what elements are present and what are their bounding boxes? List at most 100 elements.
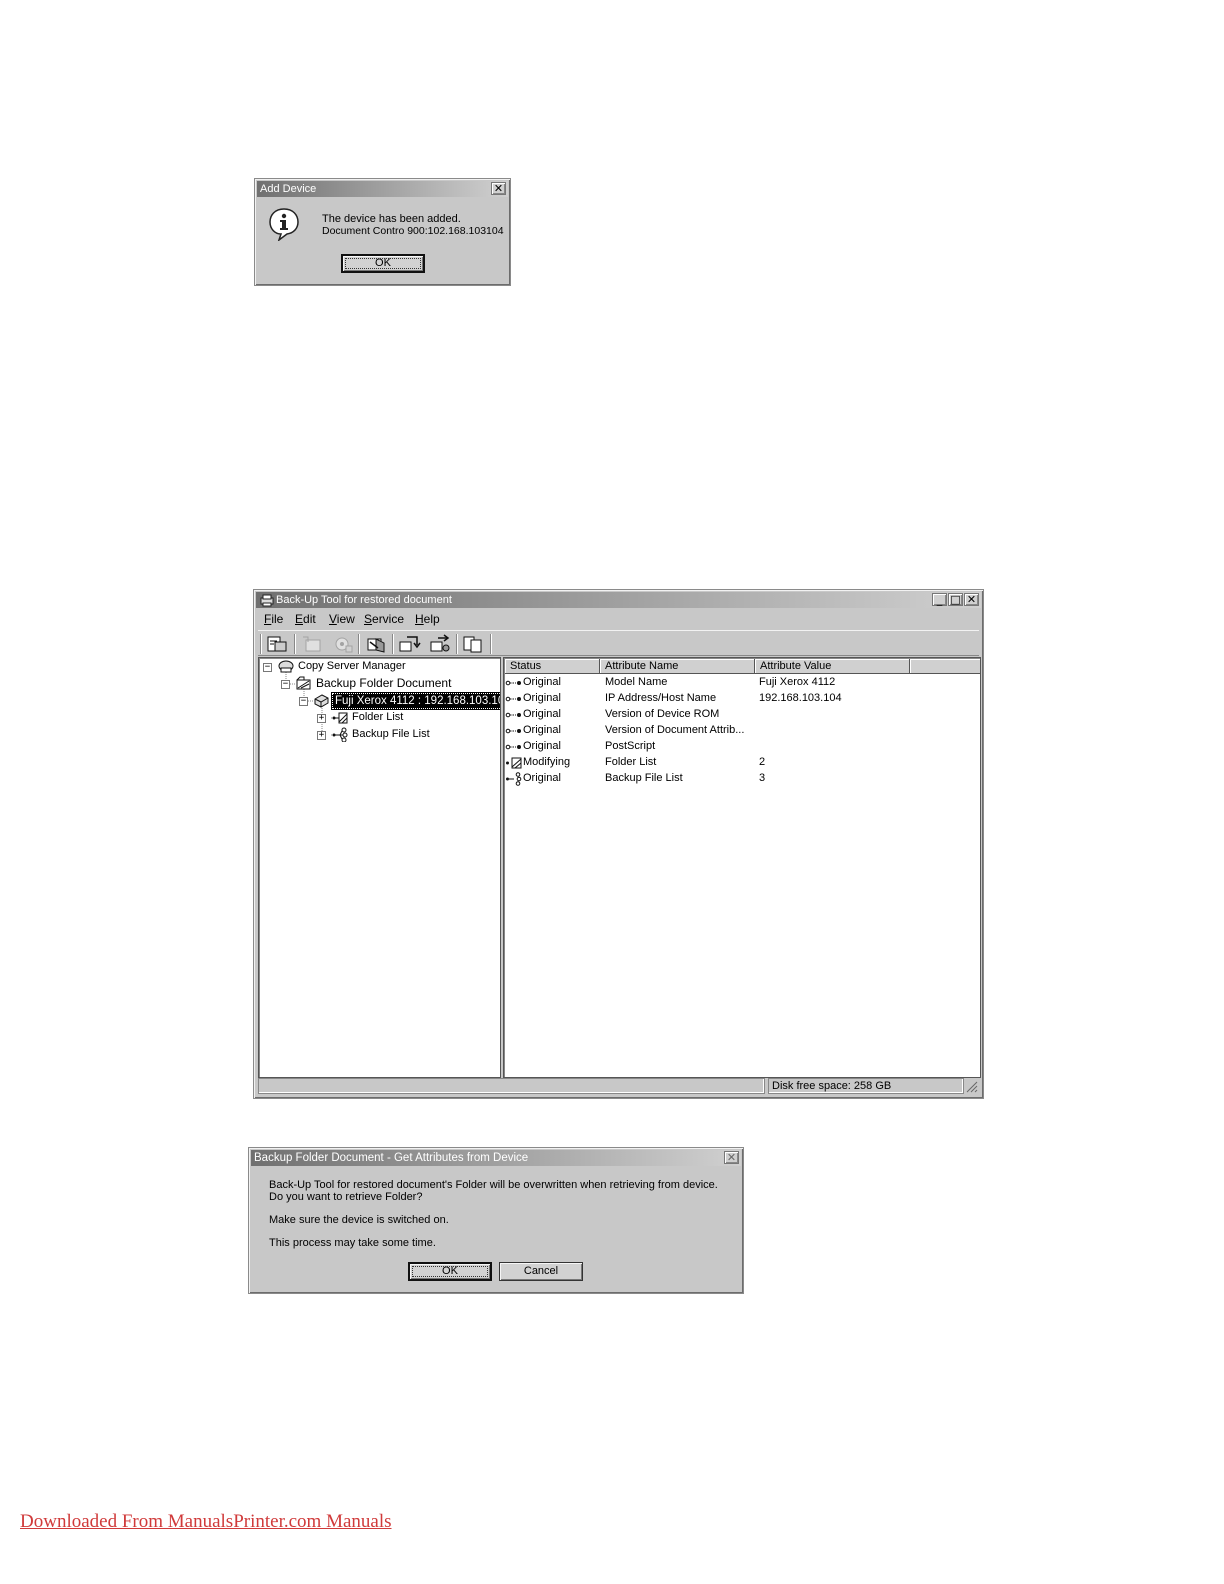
- file-list-icon: [331, 727, 348, 743]
- table-row[interactable]: Original IP Address/Host Name 192.168.10…: [504, 691, 980, 707]
- toolbar-separator: [490, 634, 492, 654]
- minimize-icon[interactable]: _: [932, 593, 947, 606]
- close-icon[interactable]: ✕: [964, 593, 979, 606]
- toolbar-separator: [260, 634, 262, 654]
- add-device-title: Add Device: [257, 181, 508, 197]
- app-icon: [260, 594, 274, 607]
- table-row[interactable]: Modifying Folder List 2: [504, 755, 980, 771]
- status-bar: Disk free space: 258 GB: [258, 1077, 979, 1095]
- column-header-attribute-name[interactable]: Attribute Name: [600, 659, 755, 674]
- tree-item-copy-server-manager[interactable]: − Copy Server Manager: [259, 659, 499, 675]
- footer-download-link[interactable]: Downloaded From ManualsPrinter.com Manua…: [20, 1511, 392, 1533]
- ok-button[interactable]: OK: [408, 1262, 492, 1281]
- close-icon[interactable]: ✕: [491, 182, 506, 195]
- folder-list-status-icon: [506, 757, 522, 769]
- row-status: Original: [523, 676, 561, 688]
- server-icon: [277, 659, 294, 674]
- table-row[interactable]: Original PostScript: [504, 739, 980, 755]
- close-icon[interactable]: ✕: [724, 1151, 739, 1164]
- tree-item-device[interactable]: − Fuji Xerox 4112 : 192.168.103.104: [259, 692, 500, 710]
- retrieve-tool-icon[interactable]: [397, 634, 421, 654]
- retrieve-message-line2: Do you want to retrieve Folder?: [269, 1191, 423, 1203]
- tree-item-backup-folder[interactable]: − Backup Folder Document: [259, 676, 499, 692]
- menu-file[interactable]: File: [264, 613, 283, 626]
- row-attribute-name: PostScript: [605, 740, 656, 752]
- tree-label: Folder List: [352, 711, 404, 723]
- backup-folder-icon: [295, 676, 312, 691]
- row-attribute-value: 192.168.103.104: [759, 692, 842, 704]
- collapse-icon[interactable]: −: [263, 663, 272, 672]
- row-status: Original: [523, 724, 561, 736]
- row-attribute-name: Model Name: [605, 676, 668, 688]
- new-folder-tool-icon: [300, 634, 324, 654]
- row-attribute-value: 3: [759, 772, 766, 784]
- tree-item-backup-file-list[interactable]: + Backup File List: [259, 727, 499, 743]
- collapse-icon[interactable]: −: [299, 697, 308, 706]
- menu-service-label: ervice: [372, 612, 405, 626]
- retrieve-message-line4: This process may take some time.: [269, 1237, 436, 1249]
- focus-rect: [412, 1266, 488, 1277]
- maximize-icon[interactable]: □: [948, 593, 963, 606]
- add-device-message-line1: The device has been added.: [322, 213, 461, 225]
- menu-help-accel: H: [415, 612, 424, 626]
- add-device-message-line2: Document Contro 900:102.168.103104: [322, 225, 504, 237]
- add-device-tool-icon[interactable]: [265, 634, 289, 654]
- menu-edit-accel: E: [295, 612, 304, 626]
- folder-list-icon: [331, 710, 348, 725]
- row-attribute-value: 2: [759, 756, 766, 768]
- row-attribute-name: IP Address/Host Name: [605, 692, 717, 704]
- send-tool-icon[interactable]: [428, 634, 452, 654]
- link-status-icon: [505, 744, 521, 750]
- column-header-status[interactable]: Status: [505, 659, 600, 674]
- menu-help[interactable]: Help: [415, 613, 440, 626]
- cancel-button-label: Cancel: [523, 1265, 559, 1277]
- toolbar: [258, 630, 979, 656]
- table-row[interactable]: Original Backup File List 3: [504, 771, 980, 787]
- column-header-attribute-value[interactable]: Attribute Value: [755, 659, 910, 674]
- resize-grip-icon[interactable]: [964, 1079, 978, 1093]
- backup-tool-window: Back-Up Tool for restored document _ □ ✕…: [253, 589, 984, 1099]
- cancel-button[interactable]: Cancel: [499, 1262, 583, 1281]
- tree-item-folder-list[interactable]: + Folder List: [259, 710, 499, 726]
- file-list-status-icon: [506, 772, 522, 786]
- retrieve-message-line1: Back-Up Tool for restored document's Fol…: [269, 1179, 718, 1191]
- menu-bar: File Edit View Service Help: [258, 611, 979, 628]
- settings-tool-icon: [331, 634, 355, 654]
- collapse-icon[interactable]: −: [281, 680, 290, 689]
- table-row[interactable]: Original Model Name Fuji Xerox 4112: [504, 675, 980, 691]
- add-device-dialog: Add Device ✕ The device has been added. …: [254, 178, 511, 286]
- menu-view[interactable]: View: [329, 613, 355, 626]
- device-icon: [313, 693, 330, 708]
- table-row[interactable]: Original Version of Device ROM: [504, 707, 980, 723]
- menu-view-label: iew: [336, 612, 355, 626]
- row-status: Original: [523, 740, 561, 752]
- disk-free-space: Disk free space: 258 GB: [768, 1078, 964, 1094]
- row-attribute-value: Fuji Xerox 4112: [759, 676, 836, 688]
- tree-label: Backup Folder Document: [316, 676, 452, 690]
- row-attribute-name: Folder List: [605, 756, 657, 768]
- menu-service[interactable]: Service: [364, 613, 404, 626]
- tree-pane[interactable]: − Copy Server Manager − Backup Folder Do…: [258, 657, 501, 1078]
- retrieve-message-line3: Make sure the device is switched on.: [269, 1214, 449, 1226]
- delete-tool-icon[interactable]: [364, 634, 388, 654]
- row-status: Original: [523, 772, 561, 784]
- menu-edit[interactable]: Edit: [295, 613, 316, 626]
- toolbar-separator: [358, 634, 360, 654]
- copy-tool-icon[interactable]: [461, 634, 485, 654]
- menu-help-label: elp: [423, 612, 440, 626]
- window-title-bar: Back-Up Tool for restored document: [256, 592, 981, 608]
- table-row[interactable]: Original Version of Document Attrib...: [504, 723, 980, 739]
- ok-button[interactable]: OK: [341, 254, 425, 273]
- attribute-list-pane[interactable]: Status Attribute Name Attribute Value Or…: [503, 657, 981, 1078]
- row-attribute-name: Backup File List: [605, 772, 683, 784]
- retrieve-dialog-title: Backup Folder Document - Get Attributes …: [251, 1150, 741, 1166]
- focus-rect: [345, 258, 421, 269]
- expand-icon[interactable]: +: [317, 714, 326, 723]
- tree-label: Backup File List: [352, 728, 430, 740]
- information-icon: [267, 207, 301, 243]
- link-status-icon: [505, 696, 521, 702]
- menu-view-accel: V: [329, 612, 337, 626]
- row-status: Original: [523, 692, 561, 704]
- retrieve-confirm-dialog: Backup Folder Document - Get Attributes …: [248, 1147, 744, 1294]
- expand-icon[interactable]: +: [317, 731, 326, 740]
